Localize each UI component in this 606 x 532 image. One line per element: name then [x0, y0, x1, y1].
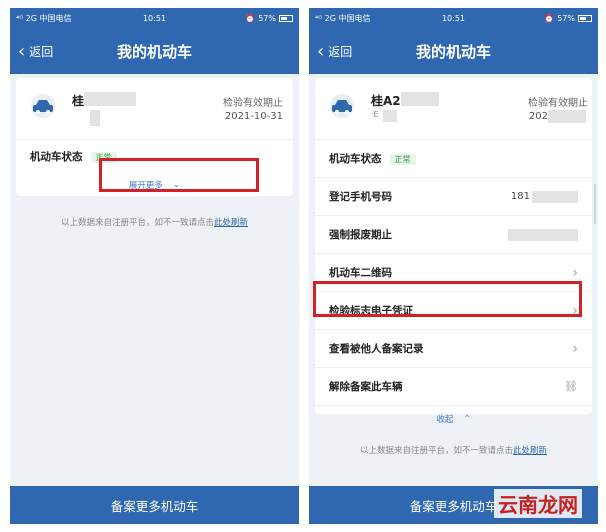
note-text: 以上数据来自注册平台，如不一致请点击 — [359, 446, 513, 456]
plate-subtext: ·E — [371, 110, 379, 119]
status-row: 机动车状态 正常 — [315, 140, 592, 178]
refresh-note: 以上数据来自注册平台，如不一致请点击此处刷新 — [10, 216, 299, 228]
chevron-right-icon: › — [572, 264, 578, 281]
phone-row: 登记手机号码 181 — [315, 178, 592, 216]
inspection-label: 检验有效期止 — [223, 98, 283, 109]
vehicle-summary[interactable]: 桂A2 ·E 检验有效期止 202 — [315, 78, 592, 140]
status-label-text: 机动车状态 — [30, 150, 83, 163]
back-button[interactable]: ‹ 返回 — [317, 28, 352, 74]
page-title: 我的机动车 — [415, 42, 491, 61]
chevron-up-icon: ⌃ — [463, 414, 471, 424]
inspection-date: 2021-10-31 — [224, 111, 283, 122]
date-mask — [548, 110, 586, 123]
scrap-date-label: 强制报废期止 — [329, 229, 392, 241]
refresh-link[interactable]: 此处刷新 — [214, 218, 248, 228]
inspection-label: 检验有效期止 — [528, 98, 588, 109]
battery-percent: 57% — [258, 13, 276, 23]
phone-value: 181 — [510, 190, 578, 203]
chevron-right-icon: › — [572, 340, 578, 357]
battery-icon — [279, 14, 293, 22]
left-phone-screen: ⁴ᴳ 2G 中国电信 10:51 ⏰ 57% ‹ 返回 我的机动车 桂 检验有效… — [10, 8, 299, 524]
scrap-date-mask — [508, 228, 578, 241]
unlink-icon: ⛓ — [564, 380, 578, 393]
vehicle-summary[interactable]: 桂 检验有效期止 2021-10-31 — [16, 78, 293, 140]
unbind-label: 解除备案此车辆 — [329, 381, 403, 393]
status-bar: ⁴ᴳ 2G 中国电信 10:51 ⏰ 57% — [10, 8, 299, 28]
status-label-text: 机动车状态 — [329, 153, 382, 165]
battery-percent: 57% — [557, 13, 575, 23]
plate-mask — [401, 92, 439, 106]
status-icons: ⏰ 57% — [544, 14, 592, 23]
nav-bar: ‹ 返回 我的机动车 — [10, 28, 299, 74]
right-phone-screen: ⁴ᴳ 2G 中国电信 10:51 ⏰ 57% ‹ 返回 我的机动车 桂A2 ·E — [309, 8, 598, 524]
note-text: 以上数据来自注册平台，如不一致请点击 — [60, 218, 214, 228]
qrcode-label: 机动车二维码 — [329, 267, 392, 279]
others-record-row[interactable]: 查看被他人备案记录 › — [315, 330, 592, 368]
plate-mask — [84, 92, 136, 106]
back-button[interactable]: ‹ 返回 — [18, 28, 53, 74]
others-record-label: 查看被他人备案记录 — [329, 343, 424, 355]
battery-icon — [578, 14, 592, 22]
collapse-button[interactable]: 收起 ⌃ — [315, 406, 592, 432]
unbind-row[interactable]: 解除备案此车辆 ⛓ — [315, 368, 592, 406]
status-label: 机动车状态 正常 — [329, 151, 416, 166]
highlight-box — [99, 158, 259, 192]
scrollbar[interactable] — [594, 184, 596, 224]
vehicle-card: 桂A2 ·E 检验有效期止 202 机动车状态 正常 登记手机号码 181 强制报… — [315, 78, 592, 425]
phone-label: 登记手机号码 — [329, 191, 392, 203]
page-title: 我的机动车 — [116, 42, 192, 61]
car-icon — [31, 94, 55, 118]
scrap-date-row: 强制报废期止 — [315, 216, 592, 254]
highlight-box — [313, 281, 582, 317]
car-icon — [330, 94, 354, 118]
back-label: 返回 — [328, 44, 353, 59]
carrier-label: ⁴ᴳ 2G 中国电信 — [315, 13, 371, 23]
phone-mask — [532, 190, 578, 203]
chevron-left-icon: ‹ — [317, 40, 325, 62]
refresh-note: 以上数据来自注册平台，如不一致请点击此处刷新 — [309, 444, 598, 456]
carrier-label: ⁴ᴳ 2G 中国电信 — [16, 13, 72, 23]
plate-number: 桂A2 — [371, 94, 401, 108]
nav-bar: ‹ 返回 我的机动车 — [309, 28, 598, 74]
watermark-logo: 云南龙网 — [494, 489, 582, 518]
plate-number: 桂 — [72, 94, 85, 108]
status-bar: ⁴ᴳ 2G 中国电信 10:51 ⏰ 57% — [309, 8, 598, 28]
phone-prefix: 181 — [510, 191, 530, 202]
refresh-link[interactable]: 此处刷新 — [513, 446, 547, 456]
plate-mask — [90, 110, 100, 126]
status-icons: ⏰ 57% — [245, 14, 293, 23]
alarm-icon: ⏰ — [245, 13, 256, 23]
chevron-left-icon: ‹ — [18, 40, 26, 62]
inspection-date: 202 — [528, 111, 548, 122]
plate-mask — [383, 110, 397, 122]
status-badge: 正常 — [389, 154, 416, 165]
back-label: 返回 — [29, 44, 54, 59]
collapse-label: 收起 — [436, 415, 454, 425]
alarm-icon: ⏰ — [544, 13, 555, 23]
register-more-vehicles-button[interactable]: 备案更多机动车 — [10, 486, 299, 524]
